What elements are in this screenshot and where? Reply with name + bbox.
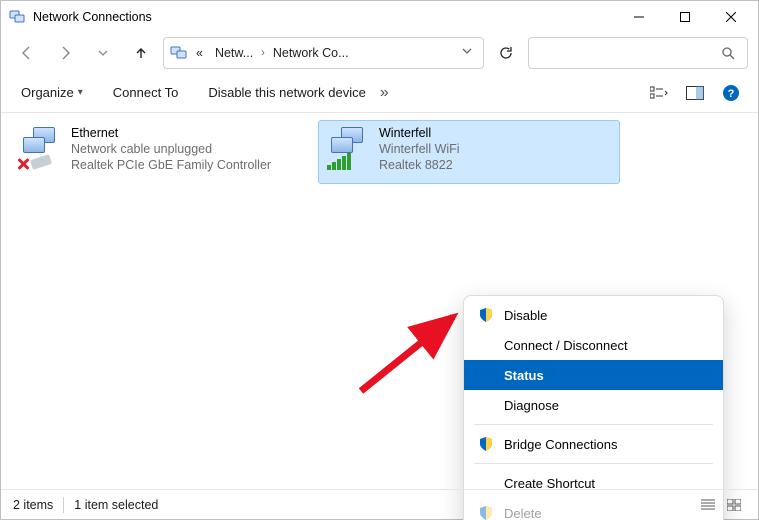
adapter-hardware: Realtek 8822 [379, 157, 460, 173]
details-view-button[interactable] [696, 494, 720, 516]
context-menu: Disable Connect / Disconnect Status Diag… [463, 295, 724, 520]
preview-pane-button[interactable] [680, 79, 710, 107]
title-bar: Network Connections [1, 1, 758, 33]
search-icon [721, 46, 735, 60]
help-button[interactable]: ? [716, 79, 746, 107]
status-selected-count: 1 item selected [74, 498, 158, 512]
menu-status[interactable]: Status [464, 360, 723, 390]
menu-label: Bridge Connections [504, 437, 617, 452]
menu-label: Status [504, 368, 544, 383]
shield-icon [478, 436, 494, 452]
menu-connect-disconnect[interactable]: Connect / Disconnect [464, 330, 723, 360]
svg-text:?: ? [728, 88, 735, 100]
disable-device-label: Disable this network device [208, 85, 366, 100]
menu-bridge[interactable]: Bridge Connections [464, 429, 723, 459]
maximize-button[interactable] [662, 2, 708, 32]
adapter-ssid: Winterfell WiFi [379, 141, 460, 157]
adapter-status: Network cable unplugged [71, 141, 271, 157]
adapter-ethernet[interactable]: Ethernet Network cable unplugged Realtek… [11, 121, 311, 183]
search-input[interactable] [528, 37, 748, 69]
connect-to-button[interactable]: Connect To [105, 81, 187, 104]
menu-separator [474, 463, 713, 464]
location-icon [170, 44, 188, 62]
window-title: Network Connections [33, 10, 152, 24]
divider [63, 497, 64, 513]
menu-label: Disable [504, 308, 547, 323]
status-bar: 2 items 1 item selected [1, 489, 758, 519]
caret-down-icon: ▾ [78, 87, 83, 98]
overflow-button[interactable]: » [374, 80, 395, 106]
view-layout-button[interactable] [644, 79, 674, 107]
recent-dropdown[interactable] [87, 37, 119, 69]
adapter-name: Ethernet [71, 125, 271, 141]
command-bar: Organize ▾ Connect To Disable this netwo… [1, 73, 758, 113]
status-item-count: 2 items [13, 498, 53, 512]
annotation-arrow [353, 299, 473, 399]
content-area: Ethernet Network cable unplugged Realtek… [1, 113, 758, 489]
disable-device-button[interactable]: Disable this network device [200, 81, 374, 104]
adapter-name: Winterfell [379, 125, 460, 141]
address-bar[interactable]: « Netw... › Network Co... [163, 37, 484, 69]
large-icons-view-button[interactable] [722, 494, 746, 516]
address-dropdown[interactable] [457, 44, 477, 62]
wifi-icon [325, 125, 373, 169]
shield-icon [478, 307, 494, 323]
organize-menu[interactable]: Organize ▾ [13, 81, 91, 104]
breadcrumb-part2[interactable]: Network Co... [269, 44, 353, 62]
navigation-bar: « Netw... › Network Co... [1, 33, 758, 73]
forward-button[interactable] [49, 37, 81, 69]
chevron-right-icon[interactable]: › [261, 47, 265, 59]
back-button[interactable] [11, 37, 43, 69]
connect-to-label: Connect To [113, 85, 179, 100]
menu-disable[interactable]: Disable [464, 300, 723, 330]
close-button[interactable] [708, 2, 754, 32]
up-button[interactable] [125, 37, 157, 69]
refresh-button[interactable] [490, 37, 522, 69]
ethernet-icon [17, 125, 65, 169]
minimize-button[interactable] [616, 2, 662, 32]
breadcrumb-part1[interactable]: Netw... [211, 44, 257, 62]
menu-label: Diagnose [504, 398, 559, 413]
menu-diagnose[interactable]: Diagnose [464, 390, 723, 420]
adapter-wifi[interactable]: Winterfell Winterfell WiFi Realtek 8822 [319, 121, 619, 183]
adapter-hardware: Realtek PCIe GbE Family Controller [71, 157, 271, 173]
breadcrumb-prefix: « [192, 44, 207, 62]
app-icon [9, 9, 25, 25]
menu-separator [474, 424, 713, 425]
organize-label: Organize [21, 85, 74, 100]
menu-label: Connect / Disconnect [504, 338, 628, 353]
